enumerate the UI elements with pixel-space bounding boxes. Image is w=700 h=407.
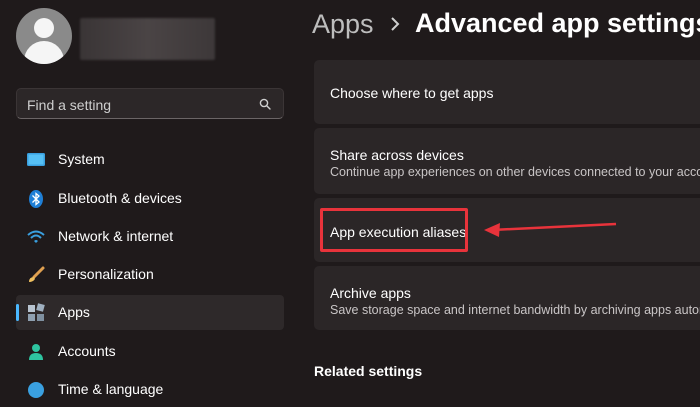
active-indicator: [16, 304, 19, 321]
sidebar: Find a setting System Bluetooth & device…: [0, 0, 298, 398]
annotation-arrow-icon: [484, 222, 617, 237]
setting-card-choose-where-to-get-apps[interactable]: Choose where to get apps: [314, 60, 700, 124]
sidebar-item-label: System: [58, 151, 105, 167]
search-box[interactable]: Find a setting: [16, 88, 284, 119]
page-title: Advanced app settings: [415, 8, 700, 38]
sidebar-item-label: Personalization: [58, 266, 154, 282]
card-title: Share across devices: [330, 147, 464, 163]
paintbrush-icon: [29, 266, 45, 282]
bluetooth-icon: [29, 190, 43, 208]
sidebar-item-label: Time & language: [58, 381, 164, 397]
search-placeholder: Find a setting: [27, 97, 112, 113]
search-icon: [259, 98, 271, 110]
breadcrumb-parent[interactable]: Apps: [312, 9, 374, 40]
redacted-username: [80, 18, 215, 60]
sidebar-item-label: Accounts: [58, 343, 116, 359]
chevron-right-icon: [391, 17, 400, 31]
card-description: Save storage space and internet bandwidt…: [330, 303, 700, 317]
avatar-head-icon: [34, 18, 54, 38]
user-avatar[interactable]: [16, 8, 72, 64]
avatar-body-icon: [24, 41, 64, 64]
related-settings-heading: Related settings: [314, 363, 423, 379]
setting-card-archive-apps[interactable]: Archive apps Save storage space and inte…: [314, 266, 700, 330]
monitor-icon: [27, 153, 45, 166]
sidebar-item-apps[interactable]: Apps: [16, 295, 284, 330]
sidebar-item-label: Apps: [58, 304, 90, 320]
clock-globe-icon: [28, 382, 44, 398]
card-description: Continue app experiences on other device…: [330, 165, 700, 179]
sidebar-item-time-language[interactable]: Time & language: [16, 372, 284, 407]
sidebar-item-accounts[interactable]: Accounts: [16, 334, 284, 369]
apps-grid-icon: [28, 303, 45, 321]
sidebar-item-network[interactable]: Network & internet: [16, 219, 284, 254]
card-title: Archive apps: [330, 285, 411, 301]
sidebar-item-label: Bluetooth & devices: [58, 190, 182, 206]
wifi-icon: [27, 230, 45, 243]
sidebar-item-system[interactable]: System: [16, 142, 284, 177]
sidebar-item-bluetooth[interactable]: Bluetooth & devices: [16, 181, 284, 216]
sidebar-item-personalization[interactable]: Personalization: [16, 257, 284, 292]
sidebar-item-label: Network & internet: [58, 228, 174, 244]
card-title: Choose where to get apps: [330, 85, 494, 101]
annotation-highlight-box: [320, 208, 468, 252]
setting-card-share-across-devices[interactable]: Share across devices Continue app experi…: [314, 128, 700, 194]
person-icon: [29, 344, 43, 360]
